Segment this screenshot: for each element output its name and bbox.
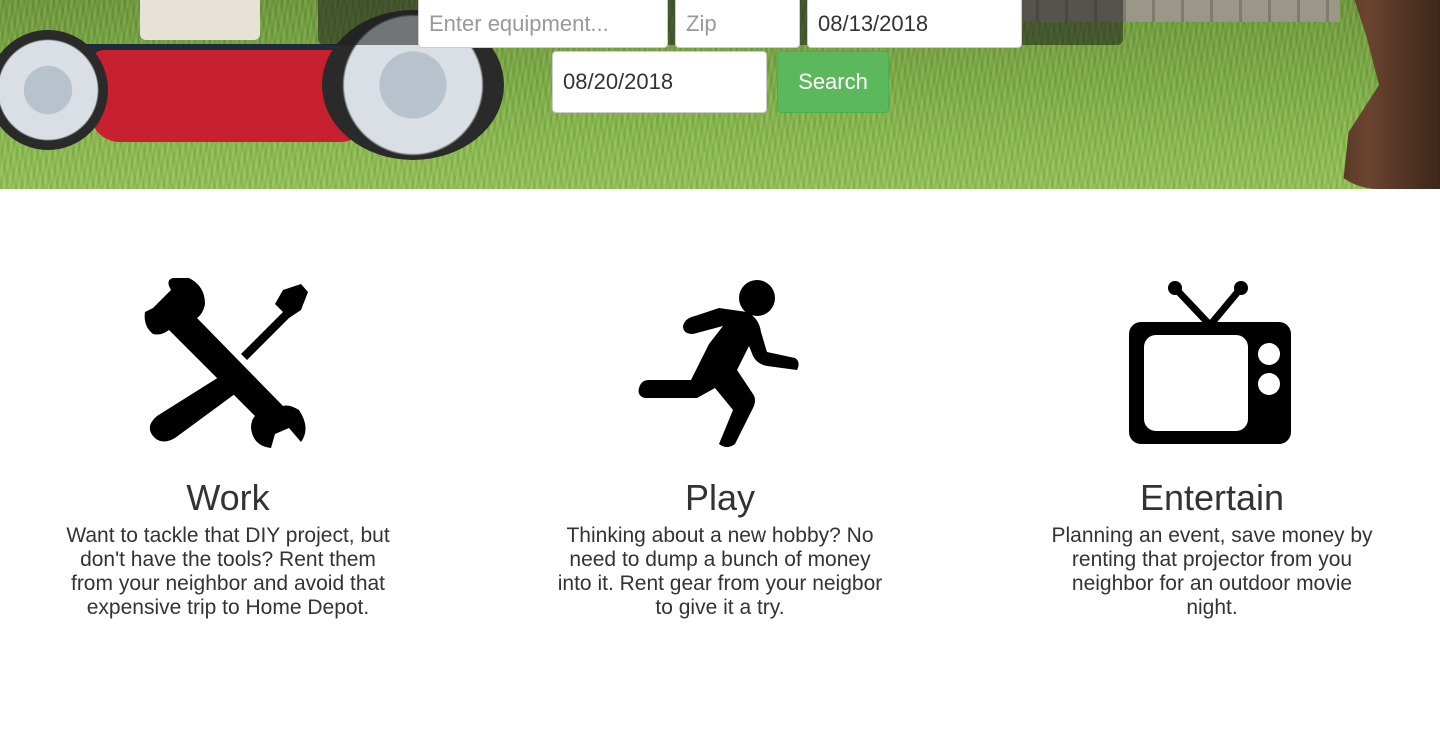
feature-entertain: Entertain Planning an event, save money …	[1047, 278, 1377, 620]
feature-play: Play Thinking about a new hobby? No need…	[555, 278, 885, 620]
feature-title: Entertain	[1139, 477, 1285, 518]
end-date-input[interactable]	[552, 51, 767, 113]
feature-description: Planning an event, save money by renting…	[1051, 524, 1373, 619]
running-person-icon	[638, 280, 799, 447]
start-date-input[interactable]	[807, 0, 1022, 48]
search-button[interactable]: Search	[777, 51, 889, 113]
feature-title: Work	[186, 477, 270, 518]
feature-work: Work Want to tackle that DIY project, bu…	[63, 278, 393, 620]
hero-banner: Search	[0, 0, 1440, 189]
feature-title: Play	[684, 477, 756, 518]
tv-icon	[1129, 281, 1291, 444]
zip-input[interactable]	[675, 0, 800, 48]
equipment-input[interactable]	[418, 0, 668, 48]
feature-description: Thinking about a new hobby? No need to d…	[557, 524, 883, 619]
tools-icon	[144, 278, 308, 448]
feature-description: Want to tackle that DIY project, but don…	[66, 524, 390, 619]
